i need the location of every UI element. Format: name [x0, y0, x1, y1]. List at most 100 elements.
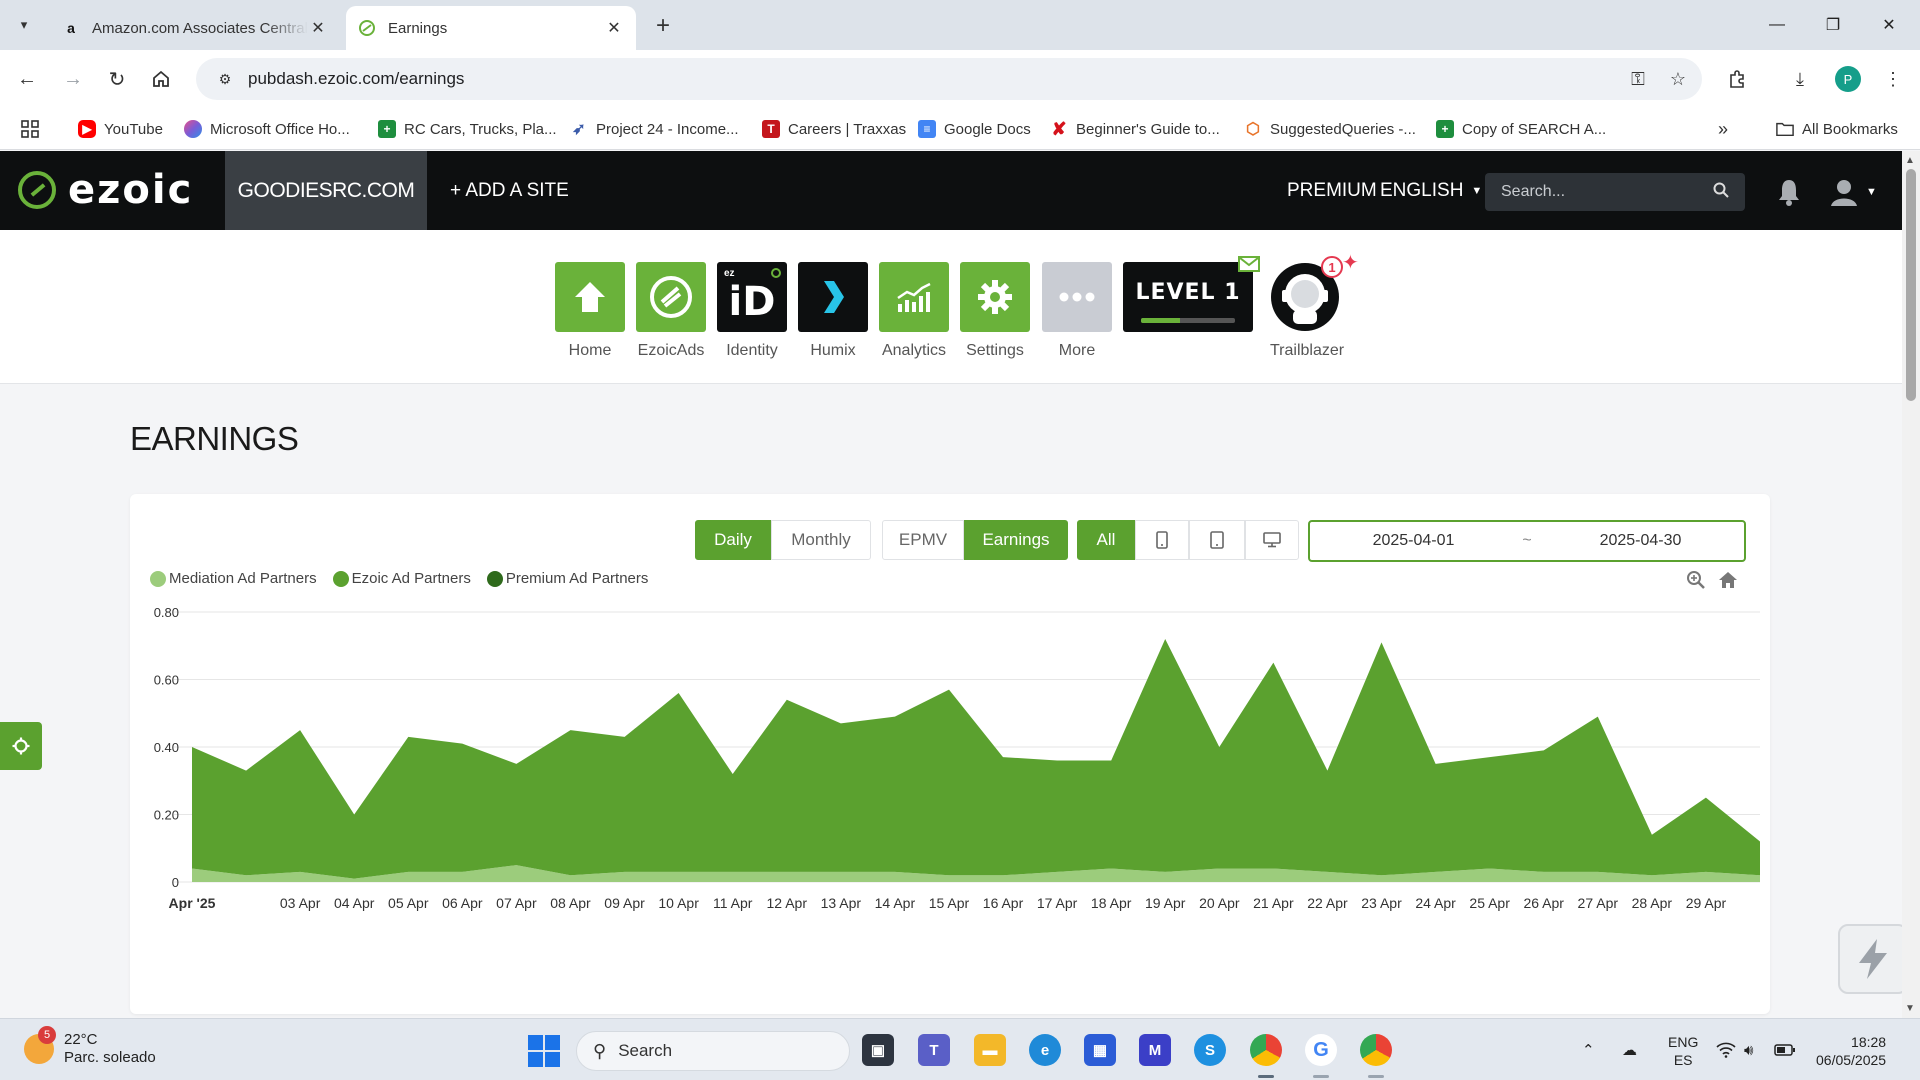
chrome-profile-o-icon[interactable] — [1360, 1034, 1392, 1066]
tab-amazon-associates[interactable]: a Amazon.com Associates Central ✕ — [50, 6, 340, 50]
tab-earnings[interactable]: Earnings ✕ — [346, 6, 636, 50]
bookmark-youtube[interactable]: ▶ YouTube — [78, 117, 163, 141]
extensions-puzzle-icon[interactable] — [1722, 64, 1752, 94]
password-key-icon[interactable]: ⚿ — [1622, 69, 1654, 90]
header-search-input[interactable] — [1501, 183, 1713, 201]
teams-icon[interactable]: T — [918, 1034, 950, 1066]
app-ezoicads[interactable]: EzoicAds — [636, 262, 706, 360]
weather-widget[interactable]: 5 22°C Parc. soleado — [24, 1026, 156, 1067]
bookmark-star-icon[interactable]: ☆ — [1662, 69, 1694, 90]
home-page-icon[interactable] — [146, 64, 176, 94]
apps-grid-icon[interactable] — [20, 117, 40, 141]
site-info-tune-icon[interactable]: ⚙ — [208, 71, 242, 88]
open-app-indicator — [1368, 1075, 1384, 1078]
skype-icon[interactable]: S — [1194, 1034, 1226, 1066]
bookmark-suggestedqueries[interactable]: ⬡ SuggestedQueries -... — [1244, 117, 1416, 141]
taskbar-search[interactable]: ⚲ Search — [576, 1031, 850, 1071]
legend-item-ezoic[interactable]: Ezoic Ad Partners — [332, 570, 471, 587]
app-more[interactable]: More — [1042, 262, 1112, 360]
zoom-magnifier-icon[interactable] — [1686, 570, 1708, 592]
bookmark-rc-cars[interactable]: + RC Cars, Trucks, Pla... — [378, 117, 557, 141]
app-trailblazer[interactable]: 1 ✦ Trailblazer — [1270, 252, 1359, 360]
task-view-icon[interactable]: ▣ — [862, 1034, 894, 1066]
daily-button[interactable]: Daily — [695, 520, 771, 560]
app-analytics[interactable]: Analytics — [879, 262, 949, 360]
scroll-down-arrow-icon[interactable]: ▼ — [1905, 1003, 1915, 1014]
back-arrow-icon[interactable]: ← — [12, 64, 42, 94]
more-bookmarks-chevron-icon[interactable]: » — [1718, 117, 1728, 141]
language-selector[interactable]: ENGLISH ▼ — [1380, 151, 1482, 230]
downloads-icon[interactable]: ⤓ — [1785, 64, 1815, 94]
profile-avatar[interactable]: P — [1833, 64, 1863, 94]
app-home[interactable]: Home — [555, 262, 625, 360]
date-from[interactable]: 2025-04-01 — [1310, 532, 1517, 550]
reset-zoom-home-icon[interactable] — [1718, 570, 1740, 592]
mobile-device-button[interactable] — [1135, 520, 1189, 560]
microsoft-store-icon[interactable]: ▦ — [1084, 1034, 1116, 1066]
desktop-device-button[interactable] — [1245, 520, 1299, 560]
device-all-button[interactable]: All — [1077, 520, 1135, 560]
premium-link[interactable]: PREMIUM — [1287, 151, 1377, 230]
search-icon[interactable] — [1713, 182, 1729, 203]
wifi-icon[interactable] — [1716, 1019, 1736, 1080]
writing-app-icon[interactable]: M — [1139, 1034, 1171, 1066]
system-clock[interactable]: 18:28 06/05/2025 — [1816, 1033, 1886, 1069]
date-range-picker[interactable]: 2025-04-01 ~ 2025-04-30 — [1308, 520, 1746, 562]
minimize-icon[interactable]: — — [1762, 10, 1792, 40]
level-card[interactable]: LEVEL 1 — [1123, 262, 1253, 332]
legend-item-premium[interactable]: Premium Ad Partners — [486, 570, 648, 587]
volume-icon[interactable]: 🔊︎ — [1744, 1019, 1753, 1080]
header-search[interactable] — [1485, 173, 1745, 211]
windows-start-icon[interactable] — [528, 1035, 560, 1067]
browser-menu-icon[interactable]: ⋮ — [1878, 64, 1908, 94]
legend-dot — [332, 570, 349, 587]
window-close-icon[interactable]: ✕ — [1874, 10, 1904, 40]
floating-settings-tab[interactable] — [0, 722, 42, 770]
notification-bell-icon[interactable] — [1777, 178, 1801, 206]
monthly-button[interactable]: Monthly — [771, 520, 871, 560]
epmv-button[interactable]: EPMV — [882, 520, 964, 560]
app-humix[interactable]: Humix — [798, 262, 868, 360]
tab-close-icon[interactable]: ✕ — [308, 18, 328, 38]
app-identity[interactable]: ez iD Identity — [717, 262, 787, 360]
reload-icon[interactable]: ↻ — [102, 64, 132, 94]
user-menu[interactable]: ▼ — [1830, 178, 1880, 206]
date-to[interactable]: 2025-04-30 — [1537, 532, 1744, 550]
restore-icon[interactable]: ❐ — [1818, 10, 1848, 40]
input-language[interactable]: ENG ES — [1668, 1033, 1698, 1069]
chrome-profile-p-icon[interactable] — [1250, 1034, 1282, 1066]
onedrive-cloud-icon[interactable]: ☁ — [1622, 1019, 1637, 1080]
ezoic-logo[interactable]: ezoic — [18, 167, 193, 213]
edge-icon[interactable]: e — [1029, 1034, 1061, 1066]
add-site-link[interactable]: + ADD A SITE — [450, 151, 569, 230]
address-bar[interactable]: ⚙ pubdash.ezoic.com/earnings ⚿ ☆ — [196, 58, 1702, 100]
bookmark-copy-of-search[interactable]: + Copy of SEARCH A... — [1436, 117, 1606, 141]
office-icon — [184, 120, 202, 138]
bookmark-google-docs[interactable]: ≡ Google Docs — [918, 117, 1031, 141]
mail-envelope-icon[interactable] — [1238, 256, 1260, 272]
bookmark-traxxas[interactable]: T Careers | Traxxas — [762, 117, 906, 141]
bookmark-office[interactable]: Microsoft Office Ho... — [184, 117, 350, 141]
tab-close-icon[interactable]: ✕ — [604, 18, 624, 38]
settings-icon — [960, 262, 1030, 332]
all-bookmarks-folder[interactable]: All Bookmarks — [1776, 117, 1898, 141]
new-tab-plus-icon[interactable]: + — [650, 12, 676, 40]
bookmark-beginners-guide[interactable]: ✘ Beginner's Guide to... — [1050, 117, 1219, 141]
url-text[interactable]: pubdash.ezoic.com/earnings — [248, 69, 1622, 89]
scrollbar-thumb[interactable] — [1906, 169, 1916, 401]
tray-overflow-chevron-icon[interactable]: ⌃ — [1582, 1019, 1595, 1080]
scroll-up-arrow-icon[interactable]: ▲ — [1905, 155, 1915, 166]
site-selector[interactable]: GOODIESRC.COM — [225, 151, 427, 230]
earnings-button[interactable]: Earnings — [964, 520, 1068, 560]
bookmark-project-24[interactable]: ➶ Project 24 - Income... — [570, 117, 738, 141]
page-scrollbar[interactable]: ▲ ▼ — [1902, 151, 1920, 1018]
tablet-device-button[interactable] — [1189, 520, 1245, 560]
legend-item-mediation[interactable]: Mediation Ad Partners — [150, 570, 317, 587]
floating-action-button[interactable] — [1838, 924, 1908, 994]
battery-icon[interactable] — [1774, 1019, 1796, 1080]
tab-search-chevron-icon[interactable]: ▾ — [10, 12, 38, 38]
app-settings[interactable]: Settings — [960, 262, 1030, 360]
google-icon[interactable]: G — [1305, 1034, 1337, 1066]
forward-arrow-icon[interactable]: → — [58, 64, 88, 94]
file-explorer-icon[interactable]: ▬ — [974, 1034, 1006, 1066]
